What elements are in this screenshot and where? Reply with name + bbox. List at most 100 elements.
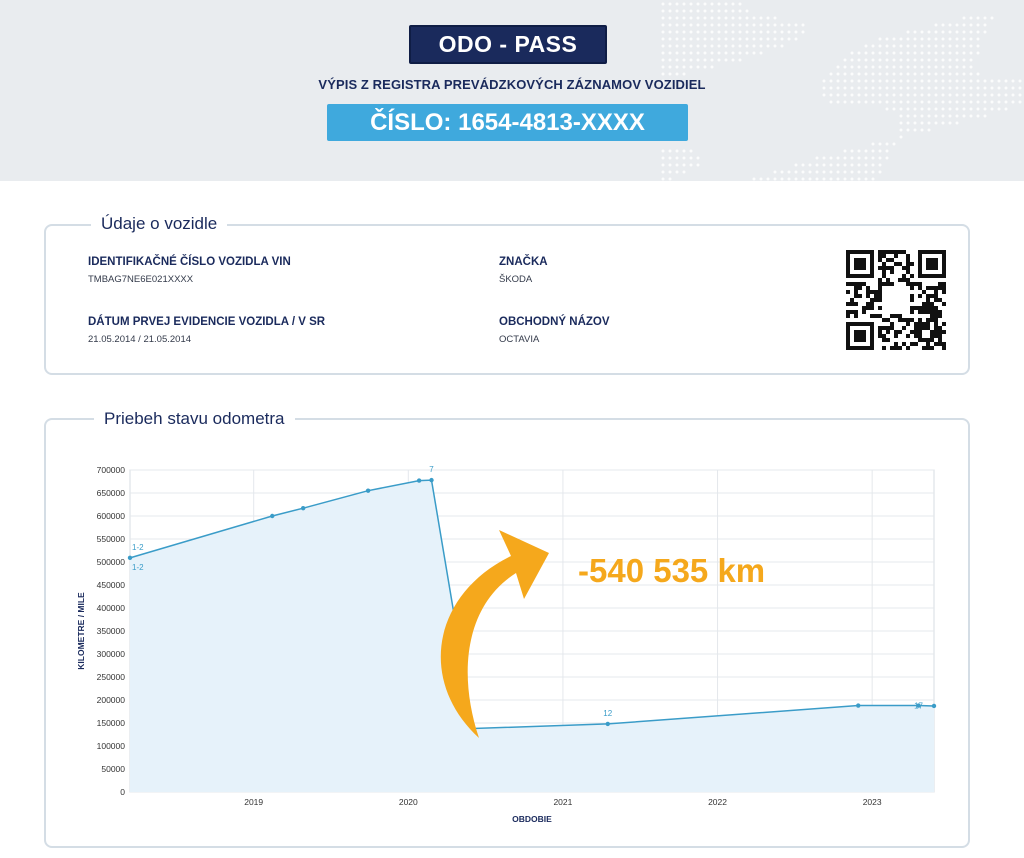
map-dot — [815, 170, 819, 174]
map-dot — [759, 51, 763, 55]
map-dot — [913, 44, 917, 48]
qr-module — [910, 298, 914, 302]
data-point-label: 1-2 — [132, 543, 144, 552]
map-dot — [710, 2, 714, 6]
qr-module — [854, 310, 858, 314]
map-dot — [885, 156, 889, 160]
qr-module — [922, 302, 926, 306]
map-dot — [990, 16, 994, 20]
qr-module — [918, 286, 922, 290]
map-dot — [920, 44, 924, 48]
map-dot — [983, 107, 987, 111]
map-dot — [913, 72, 917, 76]
qr-module — [906, 322, 910, 326]
map-dot — [766, 23, 770, 27]
map-dot — [822, 93, 826, 97]
map-dot — [913, 51, 917, 55]
qr-module — [870, 302, 874, 306]
qr-module — [866, 302, 870, 306]
map-dot — [710, 51, 714, 55]
odometer-card: Priebeh stavu odometra 0 50000 100000 15000… — [44, 409, 970, 848]
map-dot — [920, 100, 924, 104]
map-dot — [689, 163, 693, 167]
map-dot — [780, 30, 784, 34]
map-dot — [934, 44, 938, 48]
qr-module — [878, 282, 882, 286]
qr-module — [942, 330, 946, 334]
map-dot — [675, 58, 679, 62]
data-point[interactable] — [416, 478, 422, 483]
map-dot — [927, 72, 931, 76]
map-dot — [668, 72, 672, 76]
map-dot — [878, 65, 882, 69]
map-dot — [955, 114, 959, 118]
data-point[interactable] — [127, 555, 133, 561]
map-dot — [675, 9, 679, 13]
qr-module — [934, 286, 938, 290]
qr-module — [902, 326, 906, 330]
map-dot — [836, 65, 840, 69]
qr-module — [934, 330, 938, 334]
x-tick-label: 2022 — [708, 797, 727, 807]
map-dot — [857, 65, 861, 69]
map-dot — [969, 93, 973, 97]
map-dot — [766, 177, 770, 181]
map-dot — [773, 44, 777, 48]
data-point[interactable] — [429, 477, 434, 483]
map-dot — [899, 121, 903, 125]
map-dot — [962, 107, 966, 111]
qr-module — [926, 338, 930, 342]
map-dot — [976, 114, 980, 118]
data-point[interactable] — [365, 488, 371, 493]
map-dot — [724, 23, 728, 27]
map-dot — [906, 44, 910, 48]
map-dot — [948, 93, 952, 97]
map-dot — [871, 100, 875, 104]
map-dot — [871, 142, 875, 146]
qr-module — [886, 318, 890, 322]
map-dot — [934, 37, 938, 41]
map-dot — [1018, 100, 1022, 104]
y-tick-label: 650000 — [97, 488, 126, 498]
map-dot — [661, 16, 665, 20]
map-dot — [836, 163, 840, 167]
qr-module — [902, 278, 906, 282]
x-axis-label: OBDOBIE — [512, 814, 552, 824]
map-dot — [689, 58, 693, 62]
map-dot — [780, 170, 784, 174]
map-dot — [710, 16, 714, 20]
qr-module — [886, 338, 890, 342]
map-dot — [934, 72, 938, 76]
map-dot — [948, 51, 952, 55]
qr-module — [930, 286, 934, 290]
map-dot — [689, 23, 693, 27]
map-dot — [934, 107, 938, 111]
data-point[interactable] — [300, 505, 306, 511]
map-dot — [682, 2, 686, 6]
y-tick-label: 150000 — [97, 718, 126, 728]
map-dot — [892, 65, 896, 69]
data-point[interactable] — [605, 721, 610, 727]
map-dot — [836, 100, 840, 104]
map-dot — [885, 65, 889, 69]
map-dot — [780, 23, 784, 27]
map-dot — [969, 16, 973, 20]
map-dot — [955, 51, 959, 55]
data-point[interactable] — [931, 703, 937, 709]
qr-module — [878, 250, 882, 254]
data-point[interactable] — [856, 703, 861, 708]
map-dot — [871, 51, 875, 55]
vin-label: IDENTIFIKAČNÉ ČÍSLO VOZIDLA VIN — [88, 256, 291, 268]
map-dot — [696, 9, 700, 13]
qr-module — [930, 306, 934, 310]
map-dot — [864, 149, 868, 153]
map-dot — [836, 177, 840, 181]
map-dot — [808, 170, 812, 174]
qr-code-icon[interactable] — [846, 250, 946, 350]
map-dot — [864, 100, 868, 104]
qr-module — [870, 306, 874, 310]
map-dot — [696, 44, 700, 48]
data-point[interactable] — [270, 513, 275, 519]
map-dot — [815, 163, 819, 167]
map-dot — [885, 149, 889, 153]
